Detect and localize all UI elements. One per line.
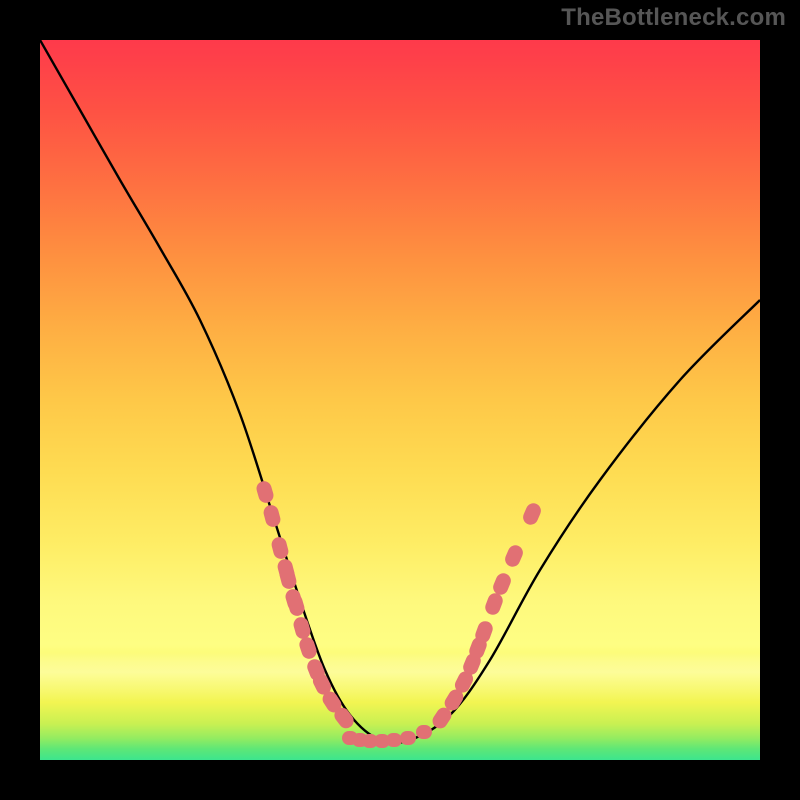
chart-container: TheBottleneck.com (0, 0, 800, 800)
trough-dots (342, 725, 432, 748)
marker-arc-left (255, 479, 357, 731)
plot-area (40, 40, 760, 760)
curve-layer (40, 40, 760, 760)
marker-arc-right (430, 501, 544, 731)
watermark-text: TheBottleneck.com (561, 4, 786, 32)
bottleneck-curve (40, 40, 760, 743)
